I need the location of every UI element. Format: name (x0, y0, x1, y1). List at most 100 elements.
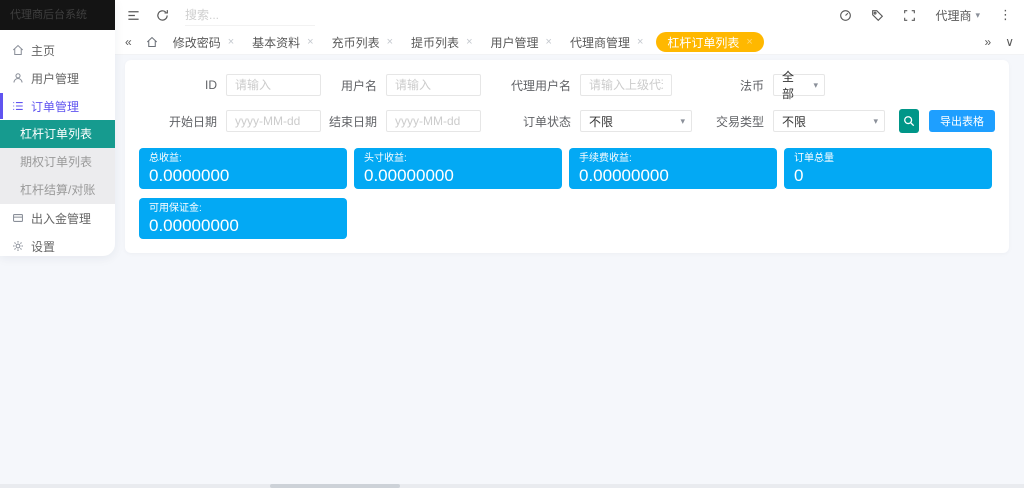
close-icon[interactable]: × (637, 36, 643, 48)
submenu-item-option-orders[interactable]: 期权订单列表 (0, 148, 115, 176)
orders-icon (12, 100, 24, 112)
tag-icon[interactable] (871, 9, 884, 22)
tabbar-right: » ∨ (985, 35, 1014, 49)
tab-agent-management[interactable]: 代理商管理 × (561, 30, 652, 55)
sidebar-item-label: 用户管理 (31, 70, 79, 87)
submenu-item-label: 期权订单列表 (20, 155, 92, 169)
tab-label: 提币列表 (411, 34, 459, 51)
hamburger-menu-icon[interactable] (127, 9, 140, 22)
fiat-select[interactable]: 全部 ▾ (773, 74, 825, 96)
close-icon[interactable]: × (546, 36, 552, 48)
tab-withdraw-list[interactable]: 提币列表 × (402, 30, 481, 55)
tab-label: 基本资料 (252, 34, 300, 51)
sidebar-item-orders[interactable]: 订单管理 (0, 92, 115, 120)
fiat-select-value: 全部 (782, 68, 804, 102)
tab-basic-info[interactable]: 基本资料 × (243, 30, 322, 55)
sidebar: 代理商后台系统 主页 用户管理 订单管理 杠杆订单列表 期权订单列表 (0, 0, 115, 256)
agent-username-label: 代理用户名 (505, 77, 571, 94)
trade-type-label: 交易类型 (716, 113, 764, 130)
trade-type-value: 不限 (782, 113, 806, 130)
id-input[interactable] (226, 74, 321, 96)
stat-label: 可用保证金: (149, 203, 337, 215)
funds-icon (12, 212, 24, 224)
tab-leverage-orders[interactable]: 杠杆订单列表 × (656, 32, 763, 52)
stat-label: 手续费收益: (579, 153, 767, 165)
stat-card-fee-profit: 手续费收益: 0.00000000 (569, 148, 777, 189)
sidebar-item-funds[interactable]: 出入金管理 (0, 204, 115, 232)
stat-value: 0.00000000 (364, 166, 552, 186)
chevron-down-icon: ▾ (873, 116, 878, 127)
chevron-down-icon: ▾ (975, 10, 980, 21)
close-icon[interactable]: × (387, 36, 393, 48)
stat-card-order-total: 订单总量 0 (784, 148, 992, 189)
sidebar-item-label: 订单管理 (31, 98, 79, 115)
stat-card-position-profit: 头寸收益: 0.00000000 (354, 148, 562, 189)
collapse-tabs-icon[interactable]: « (125, 35, 132, 49)
filter-row-1: ID 用户名 代理用户名 法币 全部 ▾ (139, 74, 995, 96)
filter-row-2: 开始日期 结束日期 订单状态 不限 ▾ 交易类型 不限 ▾ 导出表格 (139, 109, 995, 133)
submenu-item-leverage-settlement[interactable]: 杠杆结算/对账 (0, 176, 115, 204)
orders-submenu: 杠杆订单列表 期权订单列表 杠杆结算/对账 (0, 120, 115, 204)
search-input[interactable] (185, 4, 315, 26)
stat-cards-row-2: 可用保证金: 0.00000000 (139, 198, 995, 239)
stat-value: 0.00000000 (149, 216, 337, 236)
agent-username-input[interactable] (580, 74, 672, 96)
stat-label: 总收益: (149, 153, 337, 165)
more-icon[interactable]: ⋮ (999, 7, 1012, 23)
tab-label: 修改密码 (173, 34, 221, 51)
submenu-item-leverage-orders[interactable]: 杠杆订单列表 (0, 120, 115, 148)
sidebar-menu: 主页 用户管理 订单管理 杠杆订单列表 期权订单列表 杠杆结算/对账 (0, 30, 115, 260)
chevron-down-icon: ▾ (813, 80, 818, 91)
start-date-label: 开始日期 (169, 113, 217, 130)
content-panel: ID 用户名 代理用户名 法币 全部 ▾ 开始日期 结束日期 (125, 60, 1009, 253)
app-title: 代理商后台系统 (0, 0, 115, 30)
tab-change-password[interactable]: 修改密码 × (164, 30, 243, 55)
dashboard-icon[interactable] (839, 9, 852, 22)
agent-dropdown[interactable]: 代理商 ▾ (935, 7, 980, 24)
tab-label: 充币列表 (332, 34, 380, 51)
stat-value: 0.00000000 (579, 166, 767, 186)
submenu-item-label: 杠杆结算/对账 (20, 183, 95, 197)
filter-start-date: 开始日期 (139, 110, 321, 132)
fiat-label: 法币 (716, 77, 764, 94)
end-date-input[interactable] (386, 110, 481, 132)
order-status-value: 不限 (589, 113, 613, 130)
username-input[interactable] (386, 74, 481, 96)
stat-card-available-margin: 可用保证金: 0.00000000 (139, 198, 347, 239)
search-button[interactable] (899, 109, 919, 133)
tab-overflow-icon[interactable]: » (985, 35, 992, 49)
filter-username: 用户名 (329, 74, 481, 96)
stat-label: 订单总量 (794, 153, 982, 165)
magnifier-icon (903, 115, 915, 127)
filter-order-status: 订单状态 不限 ▾ (505, 110, 692, 132)
horizontal-scrollbar[interactable] (0, 484, 1024, 488)
close-icon[interactable]: × (228, 36, 234, 48)
sidebar-item-users[interactable]: 用户管理 (0, 64, 115, 92)
order-status-select[interactable]: 不限 ▾ (580, 110, 692, 132)
fullscreen-icon[interactable] (903, 9, 916, 22)
close-icon[interactable]: × (307, 36, 313, 48)
sidebar-item-label: 出入金管理 (31, 210, 91, 227)
close-icon[interactable]: × (746, 36, 752, 48)
home-icon (12, 44, 24, 56)
tab-menu-icon[interactable]: ∨ (1005, 35, 1014, 49)
horizontal-scrollbar-thumb[interactable] (270, 484, 400, 488)
agent-dropdown-label: 代理商 (935, 7, 971, 24)
tab-user-management[interactable]: 用户管理 × (482, 30, 561, 55)
filter-trade-type: 交易类型 不限 ▾ (716, 110, 885, 132)
trade-type-select[interactable]: 不限 ▾ (773, 110, 885, 132)
home-tab-icon[interactable] (146, 36, 158, 48)
refresh-icon[interactable] (156, 9, 169, 22)
gear-icon (12, 240, 24, 252)
start-date-input[interactable] (226, 110, 321, 132)
export-button[interactable]: 导出表格 (929, 110, 995, 132)
stat-label: 头寸收益: (364, 153, 552, 165)
stat-cards-row-1: 总收益: 0.0000000 头寸收益: 0.00000000 手续费收益: 0… (139, 148, 995, 189)
sidebar-item-home[interactable]: 主页 (0, 36, 115, 64)
close-icon[interactable]: × (466, 36, 472, 48)
stat-card-total-profit: 总收益: 0.0000000 (139, 148, 347, 189)
sidebar-item-settings[interactable]: 设置 (0, 232, 115, 260)
end-date-label: 结束日期 (329, 113, 377, 130)
sidebar-item-label: 设置 (31, 238, 55, 255)
tab-deposit-list[interactable]: 充币列表 × (323, 30, 402, 55)
